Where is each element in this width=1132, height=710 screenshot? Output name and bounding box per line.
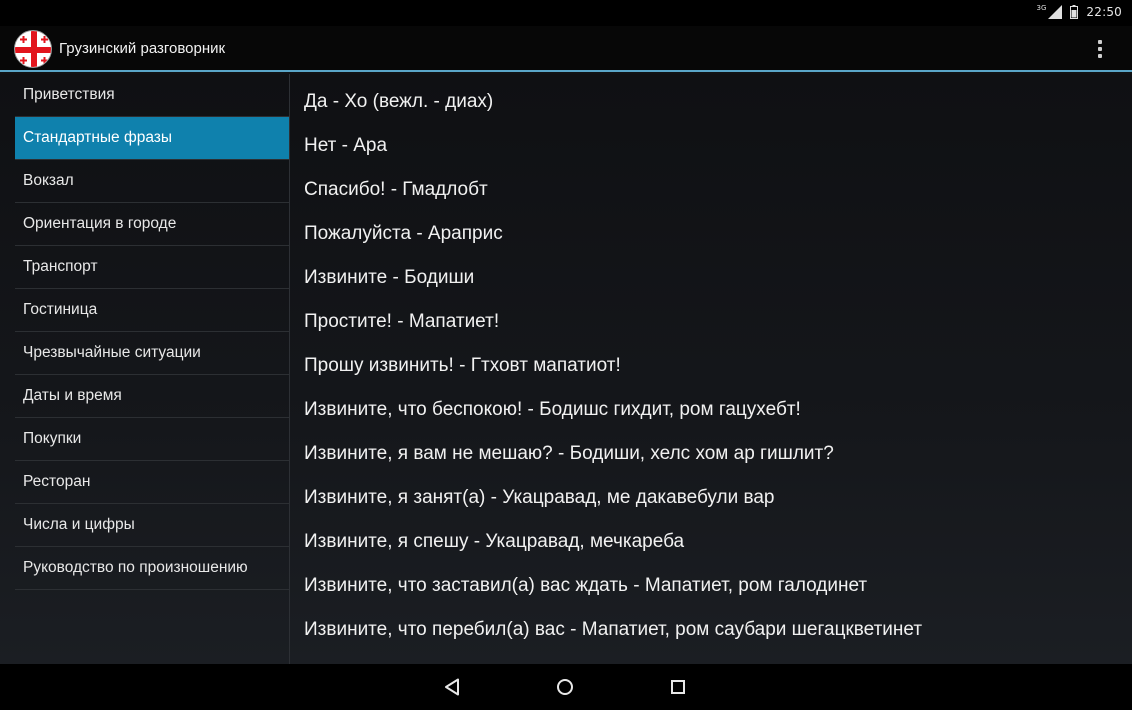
signal-icon	[1048, 5, 1063, 19]
back-icon[interactable]	[438, 674, 466, 700]
sidebar-item-pronunciation-guide[interactable]: Руководство по произношению	[15, 547, 289, 590]
georgian-flag-icon[interactable]	[14, 30, 52, 68]
phrase-item[interactable]: Пожалуйста - Араприс	[304, 212, 1114, 256]
sidebar-item-label: Чрезвычайные ситуации	[23, 344, 201, 361]
sidebar-item-greetings[interactable]: Приветствия	[15, 74, 289, 117]
phrase-item[interactable]: Прошу извинить! - Гтховт мапатиот!	[304, 344, 1114, 388]
overflow-menu-icon[interactable]	[1088, 36, 1112, 62]
sidebar-item-numbers[interactable]: Числа и цифры	[15, 504, 289, 547]
sidebar-item-standard-phrases[interactable]: Стандартные фразы	[15, 117, 289, 160]
content-area: Приветствия Стандартные фразы Вокзал Ори…	[0, 74, 1132, 664]
sidebar-item-label: Гостиница	[23, 301, 98, 318]
overflow-dot	[1098, 54, 1102, 58]
network-type-label: 3G	[1036, 4, 1047, 12]
sidebar-item-label: Числа и цифры	[23, 516, 135, 533]
sidebar-item-label: Стандартные фразы	[23, 129, 173, 146]
phrase-item[interactable]: Извините, я занят(а) - Укацравад, ме дак…	[304, 476, 1114, 520]
phrase-item[interactable]: Извините, что перебил(а) вас - Мапатиет,…	[304, 608, 1114, 652]
sidebar-item-label: Даты и время	[23, 387, 122, 404]
overflow-dot	[1098, 40, 1102, 44]
sidebar-item-label: Транспорт	[23, 258, 98, 275]
pane-divider	[289, 74, 290, 664]
sidebar-item-transport[interactable]: Транспорт	[15, 246, 289, 289]
sidebar-item-label: Приветствия	[23, 86, 115, 103]
sidebar-item-label: Ориентация в городе	[23, 215, 177, 232]
app-title: Грузинский разговорник	[59, 40, 226, 57]
phrase-item[interactable]: Спасибо! - Гмадлобт	[304, 168, 1114, 212]
sidebar-item-city-orientation[interactable]: Ориентация в городе	[15, 203, 289, 246]
status-icons: 3G 22:50	[1036, 4, 1122, 19]
battery-icon	[1070, 5, 1079, 19]
action-bar: Грузинский разговорник	[0, 26, 1132, 72]
sidebar-item-restaurant[interactable]: Ресторан	[15, 461, 289, 504]
home-icon[interactable]	[551, 674, 579, 700]
sidebar-item-label: Ресторан	[23, 473, 91, 490]
sidebar-item-emergencies[interactable]: Чрезвычайные ситуации	[15, 332, 289, 375]
sidebar-item-label: Руководство по произношению	[23, 559, 248, 576]
phrase-item[interactable]: Извините - Бодиши	[304, 256, 1114, 300]
sidebar-item-label: Покупки	[23, 430, 82, 447]
overflow-dot	[1098, 47, 1102, 51]
sidebar-item-hotel[interactable]: Гостиница	[15, 289, 289, 332]
sidebar-item-dates-time[interactable]: Даты и время	[15, 375, 289, 418]
phrase-item[interactable]: Нет - Ара	[304, 124, 1114, 168]
phrase-item[interactable]: Простите! - Мапатиет!	[304, 300, 1114, 344]
recents-icon[interactable]	[664, 674, 692, 700]
phrase-item[interactable]: Да - Хо (вежл. - диах)	[304, 80, 1114, 124]
category-sidebar: Приветствия Стандартные фразы Вокзал Ори…	[15, 74, 289, 664]
screen: 3G 22:50 Грузинский разговорник Приветст…	[0, 0, 1132, 710]
phrase-item[interactable]: Извините, я спешу - Укацравад, мечкареба	[304, 520, 1114, 564]
phrase-item[interactable]: Извините, что беспокою! - Бодишс гихдит,…	[304, 388, 1114, 432]
status-bar: 3G 22:50	[0, 0, 1132, 26]
sidebar-item-label: Вокзал	[23, 172, 74, 189]
sidebar-item-shopping[interactable]: Покупки	[15, 418, 289, 461]
phrase-list: Да - Хо (вежл. - диах) Нет - Ара Спасибо…	[304, 80, 1114, 652]
sidebar-item-station[interactable]: Вокзал	[15, 160, 289, 203]
phrase-item[interactable]: Извините, что заставил(а) вас ждать - Ма…	[304, 564, 1114, 608]
phrase-item[interactable]: Извините, я вам не мешаю? - Бодиши, хелс…	[304, 432, 1114, 476]
navigation-bar	[0, 664, 1132, 710]
clock: 22:50	[1086, 5, 1122, 19]
